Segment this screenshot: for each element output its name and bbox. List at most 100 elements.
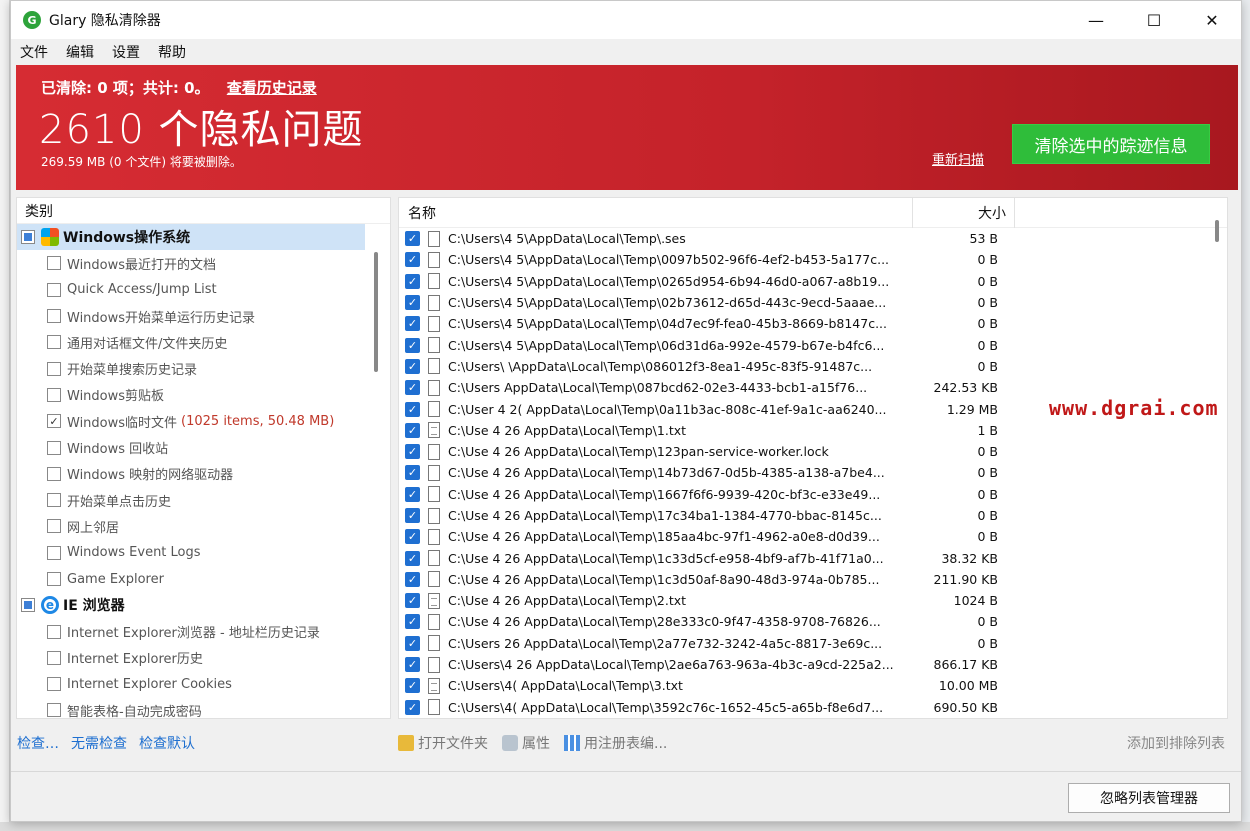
group-checkbox[interactable] [21,230,35,245]
category-checkbox[interactable] [47,650,61,665]
close-button[interactable]: ✕ [1183,1,1241,39]
file-checkbox[interactable]: ✓ [405,465,420,481]
category-checkbox[interactable] [47,677,61,692]
file-checkbox[interactable]: ✓ [405,678,420,694]
category-checkbox[interactable] [47,466,61,481]
file-list-scrollbar[interactable] [1215,220,1219,242]
category-checkbox[interactable]: ✓ [47,414,61,429]
file-checkbox[interactable]: ✓ [405,444,420,460]
group-windows[interactable]: Windows操作系统 [17,224,365,251]
category-checkbox[interactable] [47,493,61,508]
file-row[interactable]: ✓ C:\Users\ \AppData\Local\Temp\086012f3-… [399,356,1227,377]
file-checkbox[interactable]: ✓ [405,508,420,523]
file-row[interactable]: ✓ C:\Users\4 5\AppData\Local\Temp\02b7361… [399,292,1227,313]
file-checkbox[interactable]: ✓ [405,316,420,332]
category-item[interactable]: Game Explorer [17,566,390,592]
file-checkbox[interactable]: ✓ [405,252,420,268]
category-checkbox[interactable] [47,545,61,560]
file-checkbox[interactable]: ✓ [405,550,420,566]
uncheck-link[interactable]: 无需检查 [71,733,127,753]
file-row[interactable]: ✓ C:\Users\4 5\AppData\Local\Temp\0097b50… [399,249,1227,270]
category-checkbox[interactable] [47,361,61,376]
open-folder-button[interactable]: 打开文件夹 [398,733,488,753]
category-checkbox[interactable] [47,335,61,350]
category-checkbox[interactable] [47,309,61,324]
file-row[interactable]: ✓ C:\Use 4 26 AppData\Local\Temp\28e333c0… [399,611,1227,632]
category-item[interactable]: Internet Explorer历史 [17,645,390,671]
category-checkbox[interactable] [47,519,61,534]
maximize-button[interactable]: ☐ [1125,1,1183,39]
file-checkbox[interactable]: ✓ [405,571,420,587]
properties-button[interactable]: 属性 [502,733,550,753]
file-row[interactable]: ✓ C:\Users\4 26 AppData\Local\Temp\2ae6a7… [399,654,1227,675]
category-item[interactable]: Internet Explorer浏览器 - 地址栏历史记录 [17,618,390,644]
column-size[interactable]: 大小 [913,198,1015,228]
file-checkbox[interactable]: ✓ [405,231,420,247]
category-item[interactable]: Windows剪贴板 [17,382,390,408]
check-link[interactable]: 检查… [17,733,59,753]
category-item[interactable]: Windows最近打开的文档 [17,250,390,276]
view-history-link[interactable]: 查看历史记录 [227,79,317,97]
file-row[interactable]: ✓ C:\Users\4( AppData\Local\Temp\3.txt 10.… [399,675,1227,696]
file-checkbox[interactable]: ✓ [405,486,420,502]
minimize-button[interactable]: — [1067,1,1125,39]
file-checkbox[interactable]: ✓ [405,358,420,374]
category-item[interactable]: 网上邻居 [17,513,390,539]
menu-help[interactable]: 帮助 [158,42,186,62]
category-checkbox[interactable] [47,703,61,718]
menu-settings[interactable]: 设置 [112,42,140,62]
file-checkbox[interactable]: ✓ [405,529,420,545]
file-checkbox[interactable]: ✓ [405,401,420,417]
category-checkbox[interactable] [47,256,61,271]
file-checkbox[interactable]: ✓ [405,635,420,651]
category-item[interactable]: Quick Access/Jump List [17,277,390,303]
column-name[interactable]: 名称 [399,198,913,228]
file-checkbox[interactable]: ✓ [405,337,420,353]
file-checkbox[interactable]: ✓ [405,295,420,311]
category-item[interactable]: 开始菜单点击历史 [17,487,390,513]
check-default-link[interactable]: 检查默认 [139,733,195,753]
file-checkbox[interactable]: ✓ [405,380,420,396]
file-row[interactable]: ✓ C:\Use 4 26 AppData\Local\Temp\1.txt 1 B [399,420,1227,441]
group-ie[interactable]: e IE 浏览器 [17,592,390,618]
file-row[interactable]: ✓ C:\Users\4 5\AppData\Local\Temp\0265d95… [399,271,1227,292]
file-row[interactable]: ✓ C:\Use 4 26 AppData\Local\Temp\1c33d5cf… [399,547,1227,568]
file-checkbox[interactable]: ✓ [405,273,420,289]
file-checkbox[interactable]: ✓ [405,422,420,438]
file-row[interactable]: ✓ C:\Use 4 26 AppData\Local\Temp\2.txt 102… [399,590,1227,611]
category-item[interactable]: ✓ Windows临时文件 (1025 items, 50.48 MB) [17,408,390,434]
category-checkbox[interactable] [47,387,61,402]
rescan-link[interactable]: 重新扫描 [932,149,984,168]
add-to-exclude-link[interactable]: 添加到排除列表 [1127,733,1225,753]
category-item[interactable]: 开始菜单搜索历史记录 [17,355,390,381]
category-item[interactable]: Windows开始菜单运行历史记录 [17,303,390,329]
file-row[interactable]: ✓ C:\Use 4 26 AppData\Local\Temp\14b73d67… [399,462,1227,483]
category-item[interactable]: 通用对话框文件/文件夹历史 [17,329,390,355]
category-checkbox[interactable] [47,624,61,639]
clean-selected-button[interactable]: 清除选中的踪迹信息 [1012,124,1210,164]
file-row[interactable]: ✓ C:\Use 4 26 AppData\Local\Temp\1667f6f6… [399,484,1227,505]
file-row[interactable]: ✓ C:\Use 4 26 AppData\Local\Temp\1c3d50af… [399,569,1227,590]
file-row[interactable]: ✓ C:\Use 4 26 AppData\Local\Temp\17c34ba1… [399,505,1227,526]
category-item[interactable]: Internet Explorer Cookies [17,671,390,697]
category-scrollbar[interactable] [374,252,378,372]
category-checkbox[interactable] [47,440,61,455]
file-checkbox[interactable]: ✓ [405,593,420,609]
registry-edit-button[interactable]: 用注册表编... [564,733,667,753]
category-item[interactable]: Windows Event Logs [17,540,390,566]
file-row[interactable]: ✓ C:\Users 26 AppData\Local\Temp\2a77e732… [399,633,1227,654]
category-checkbox[interactable] [47,282,61,297]
file-checkbox[interactable]: ✓ [405,699,420,715]
category-item[interactable]: Windows 映射的网络驱动器 [17,461,390,487]
file-row[interactable]: ✓ C:\Use 4 26 AppData\Local\Temp\185aa4bc… [399,526,1227,547]
group-checkbox[interactable] [21,598,35,613]
file-row[interactable]: ✓ C:\Users\4 5\AppData\Local\Temp\.ses 53 … [399,228,1227,249]
menu-file[interactable]: 文件 [20,42,48,62]
file-checkbox[interactable]: ✓ [405,657,420,673]
category-item[interactable]: Windows 回收站 [17,434,390,460]
menu-edit[interactable]: 编辑 [66,42,94,62]
category-item[interactable]: 智能表格-自动完成密码 [17,697,390,718]
file-row[interactable]: ✓ C:\Use 4 26 AppData\Local\Temp\123pan-s… [399,441,1227,462]
file-row[interactable]: ✓ C:\Users\4( AppData\Local\Temp\3592c76c… [399,697,1227,718]
ignore-list-manager-button[interactable]: 忽略列表管理器 [1068,783,1230,813]
